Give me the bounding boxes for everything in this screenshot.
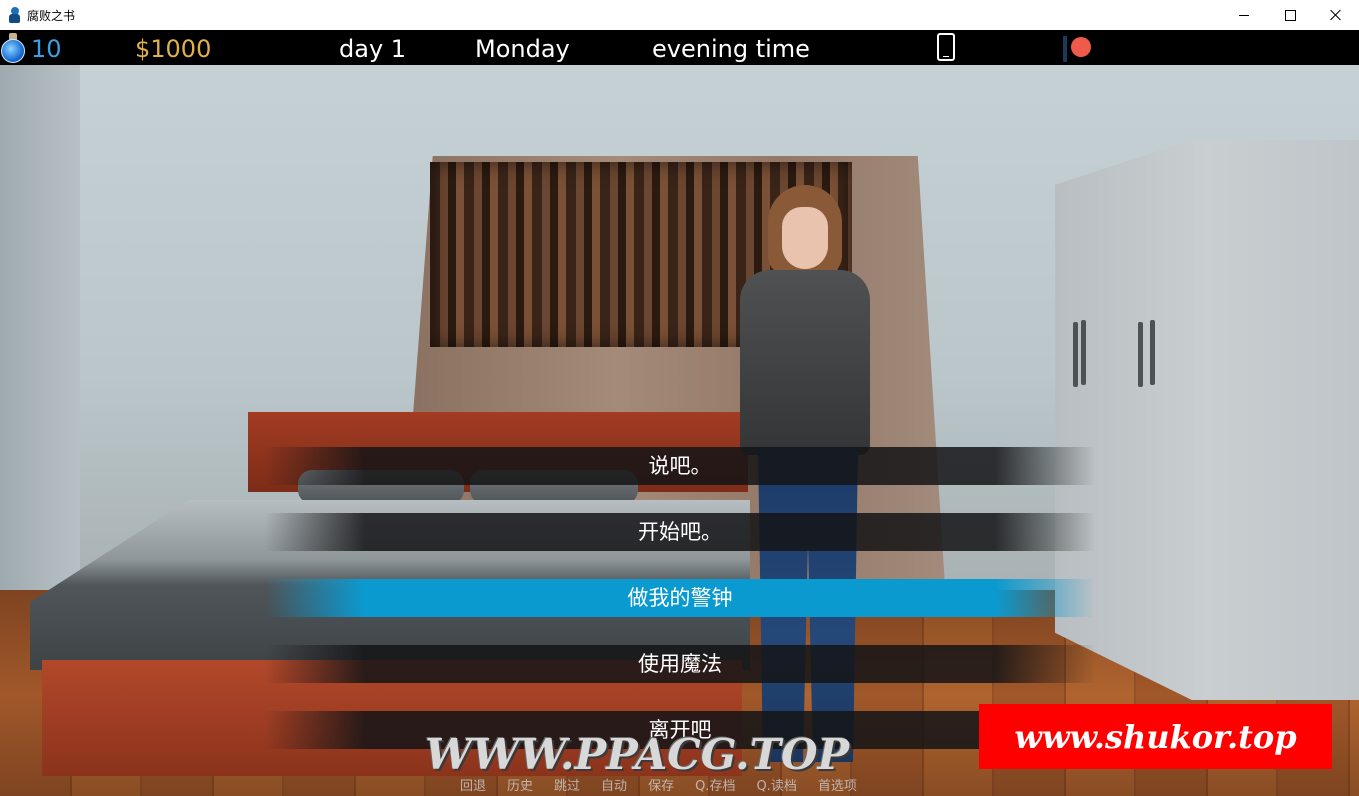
choice-option[interactable]: 使用魔法 [265,645,1095,683]
left-wall [0,65,80,665]
quick-menu-quick-save[interactable]: Q.存档 [695,778,735,796]
minimize-button[interactable] [1221,0,1267,30]
choice-option[interactable]: 说吧。 [265,447,1095,485]
shukor-watermark: www.shukor.top [979,704,1332,769]
mana-value: 10 [31,35,62,63]
wardrobe-handle [1081,320,1086,385]
wardrobe [1055,140,1359,700]
quick-menu-history[interactable]: 历史 [507,778,533,796]
record-dot-icon[interactable] [1071,37,1091,57]
quick-menu-auto[interactable]: 自动 [601,778,627,796]
ppacg-watermark: WWW.PPACG.TOP [425,730,850,779]
status-hud: 10 $1000 day 1 Monday evening time [0,30,1359,65]
quick-menu-preferences[interactable]: 首选项 [818,778,857,796]
window-title: 腐败之书 [27,8,76,23]
money-value: $1000 [135,35,212,63]
quick-menu-rollback[interactable]: 回退 [460,778,486,796]
minimize-icon [1239,14,1249,16]
player-figure-icon [8,6,21,24]
wardrobe-handle [1138,322,1143,387]
shukor-watermark-text: www.shukor.top [1014,717,1297,756]
close-icon [1330,9,1342,21]
day-counter: day 1 [339,35,407,63]
choice-option[interactable]: 开始吧。 [265,513,1095,551]
phone-icon[interactable] [937,33,955,61]
quick-menu-skip[interactable]: 跳过 [554,778,580,796]
choice-option-selected[interactable]: 做我的警钟 [265,579,1095,617]
wardrobe-handle [1073,322,1078,387]
quick-menu-quick-load[interactable]: Q.读档 [756,778,796,796]
maximize-button[interactable] [1267,0,1313,30]
weekday-label: Monday [475,35,570,63]
quick-menu: 回退 历史 跳过 自动 保存 Q.存档 Q.读档 首选项 [460,778,878,796]
maximize-icon [1284,9,1296,21]
time-of-day-label: evening time [652,35,810,63]
window-controls [1221,0,1359,30]
potion-icon [1,33,25,63]
close-button[interactable] [1313,0,1359,30]
window-titlebar: 腐败之书 [0,0,1359,30]
wardrobe-handle [1150,320,1155,385]
record-indicator-bar [1063,36,1067,62]
quick-menu-save[interactable]: 保存 [648,778,674,796]
